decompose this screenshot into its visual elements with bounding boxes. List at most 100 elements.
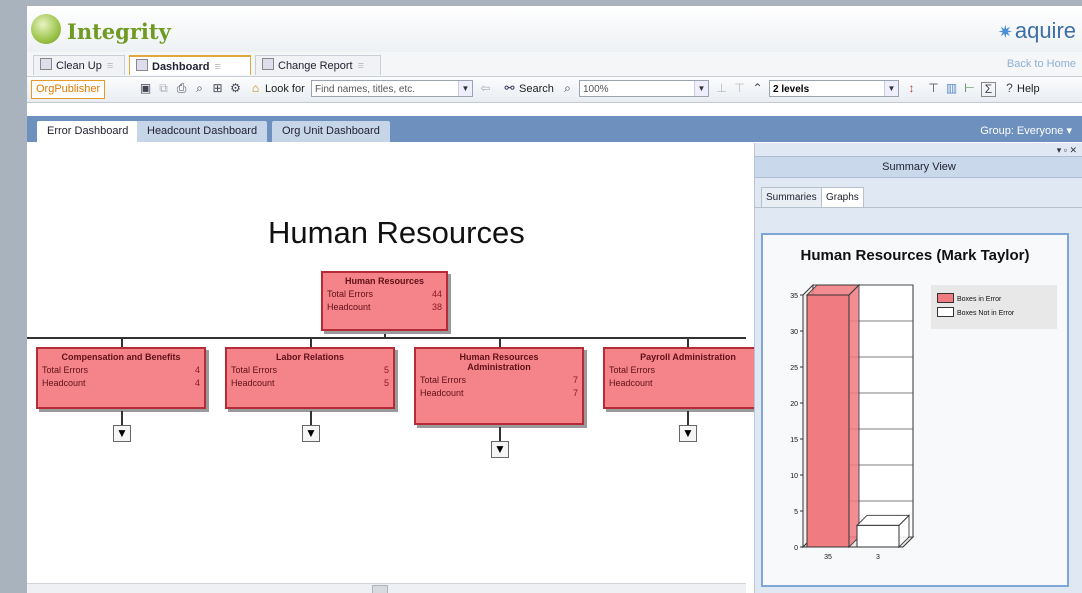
org-chart-title: Human Resources — [268, 215, 525, 250]
row-value: 4 — [194, 378, 200, 388]
previous-result-icon[interactable]: ⇦ — [479, 82, 492, 95]
zoom-value: 100% — [583, 84, 609, 95]
look-for-label: Look for — [265, 83, 305, 95]
node-title: Payroll Administration — [640, 352, 736, 362]
tab-menu-icon[interactable]: ≡ — [214, 61, 220, 73]
grid-view-icon[interactable]: ▥ — [945, 82, 958, 95]
summary-panel-title: Summary View — [755, 156, 1082, 178]
connector-line — [310, 337, 312, 347]
search-button[interactable]: Search — [519, 83, 554, 95]
print-icon[interactable]: ⎙ — [175, 82, 188, 95]
y-tick-label: 10 — [790, 473, 798, 480]
tab-label: Change Report — [278, 60, 353, 72]
row-label: Total Errors — [609, 365, 656, 375]
node-title: Labor Relations — [275, 352, 344, 362]
connector-line — [310, 411, 312, 425]
tab-menu-icon[interactable]: ≡ — [107, 60, 113, 72]
row-value: 5 — [383, 378, 389, 388]
connector-line — [499, 427, 501, 441]
brand-name: aquire — [1014, 18, 1076, 43]
save-icon[interactable]: ▣ — [139, 82, 152, 95]
org-node-compensation-benefits[interactable]: Compensation and Benefits Total Errors 4 … — [36, 347, 206, 409]
org-node-payroll-administration[interactable]: Payroll Administration Total Errors Head… — [603, 347, 773, 409]
y-tick-label: 35 — [790, 293, 798, 300]
group-selector[interactable]: Group: Everyone ▾ — [980, 124, 1072, 137]
tree-view-icon[interactable]: ⊢ — [963, 82, 976, 95]
back-to-home-link[interactable]: Back to Home — [1007, 58, 1076, 70]
node-title: Compensation and Benefits — [61, 352, 181, 362]
node-title: Human Resources — [344, 276, 425, 286]
app-title: Integrity — [67, 19, 171, 44]
expand-arrow-icon[interactable]: ▼ — [679, 425, 697, 442]
connector-line — [121, 337, 123, 347]
panel-controls[interactable]: ▾ ▫ ✕ — [1057, 145, 1077, 156]
expand-arrow-icon[interactable]: ▼ — [302, 425, 320, 442]
group-label: Group: Everyone — [980, 125, 1064, 137]
org-node-root[interactable]: Human Resources Total Errors 44 Headcount… — [321, 271, 448, 331]
expand-arrow-icon[interactable]: ▼ — [113, 425, 131, 442]
chart-legend: Boxes in Error Boxes Not in Error — [931, 285, 1057, 329]
org-node-hr-administration[interactable]: Human Resources Administration Total Err… — [414, 347, 584, 425]
tab-graphs[interactable]: Graphs — [821, 187, 864, 208]
sum-icon[interactable]: Σ — [981, 82, 996, 97]
orgpublisher-button[interactable]: OrgPublisher — [31, 80, 106, 99]
print-preview-icon[interactable]: ⌕ — [193, 82, 206, 95]
tab-clean-up[interactable]: Clean Up ≡ — [33, 55, 125, 75]
y-tick-label: 25 — [790, 365, 798, 372]
row-label: Total Errors — [231, 365, 278, 375]
tab-error-dashboard[interactable]: Error Dashboard — [37, 121, 139, 142]
row-label: Headcount — [42, 378, 86, 388]
tab-dashboard[interactable]: Dashboard ≡ — [129, 55, 251, 75]
node-row: Total Errors 4 — [38, 364, 204, 377]
legend-label: Boxes Not in Error — [957, 310, 1015, 317]
collapse-icon[interactable]: ⊤ — [733, 82, 746, 95]
org-node-labor-relations[interactable]: Labor Relations Total Errors 5 Headcount 5 — [225, 347, 395, 409]
org-chart-icon[interactable]: ⊤ — [927, 82, 940, 95]
levels-select[interactable]: 2 levels ▼ — [769, 80, 899, 97]
tab-summaries[interactable]: Summaries — [761, 187, 822, 208]
settings-icon[interactable]: ⚙ — [229, 82, 242, 95]
orgpublisher-label: OrgPublisher — [36, 83, 101, 95]
chevron-down-icon[interactable]: ▼ — [458, 81, 472, 96]
tab-headcount-dashboard[interactable]: Headcount Dashboard — [137, 121, 268, 142]
connector-line — [687, 337, 689, 347]
row-value: 7 — [572, 388, 578, 398]
copy-icon[interactable]: ⧉ — [157, 82, 170, 95]
node-row: Headcount 5 — [227, 377, 393, 390]
tab-label: Clean Up — [56, 60, 102, 72]
expand-arrow-icon[interactable]: ▼ — [491, 441, 509, 458]
horizontal-scrollbar[interactable] — [27, 583, 746, 593]
node-row: Headcount 4 — [38, 377, 204, 390]
bar — [806, 294, 850, 548]
sort-icon[interactable]: ↕ — [905, 82, 918, 95]
tab-org-unit-dashboard[interactable]: Org Unit Dashboard — [272, 121, 390, 142]
y-tick-label: 15 — [790, 437, 798, 444]
zoom-select[interactable]: 100% ▼ — [579, 80, 709, 97]
chevron-down-icon[interactable]: ▼ — [694, 81, 708, 96]
graph-title: Human Resources (Mark Taylor) — [800, 247, 1030, 264]
summary-panel: ▾ ▫ ✕ Summary View Summaries Graphs Huma… — [754, 143, 1082, 593]
expand-icon[interactable]: ⊥ — [715, 82, 728, 95]
node-row: Headcount 7 — [416, 387, 582, 400]
look-for-input[interactable]: Find names, titles, etc. ▼ — [311, 80, 473, 97]
row-label: Headcount — [420, 388, 464, 398]
export-icon[interactable]: ⊞ — [211, 82, 224, 95]
aquire-brand-logo: ✷aquire — [998, 18, 1076, 44]
tab-menu-icon[interactable]: ≡ — [358, 60, 364, 72]
dashboard-tab-bar: Error Dashboard Headcount Dashboard Org … — [27, 116, 1082, 142]
tab-change-report[interactable]: Change Report ≡ — [255, 55, 381, 75]
node-title: Human Resources Administration — [459, 352, 539, 372]
help-button[interactable]: Help — [1017, 83, 1040, 95]
chevron-down-icon[interactable]: ▼ — [884, 81, 898, 96]
y-tick-label: 5 — [794, 509, 798, 516]
connector-line — [27, 337, 746, 339]
look-for-icon: ⌂ — [251, 81, 260, 95]
toolbar: OrgPublisher ▣ ⧉ ⎙ ⌕ ⊞ ⚙ ⌂ Look for Find… — [27, 77, 1082, 103]
row-value: 7 — [572, 375, 578, 385]
help-icon[interactable]: ? — [1003, 82, 1016, 95]
levels-value: 2 levels — [773, 84, 810, 95]
divider — [755, 207, 1082, 208]
row-label: Total Errors — [327, 289, 374, 299]
chevron-down-icon: ▾ — [1066, 125, 1072, 137]
scrollbar-thumb[interactable] — [372, 585, 388, 593]
